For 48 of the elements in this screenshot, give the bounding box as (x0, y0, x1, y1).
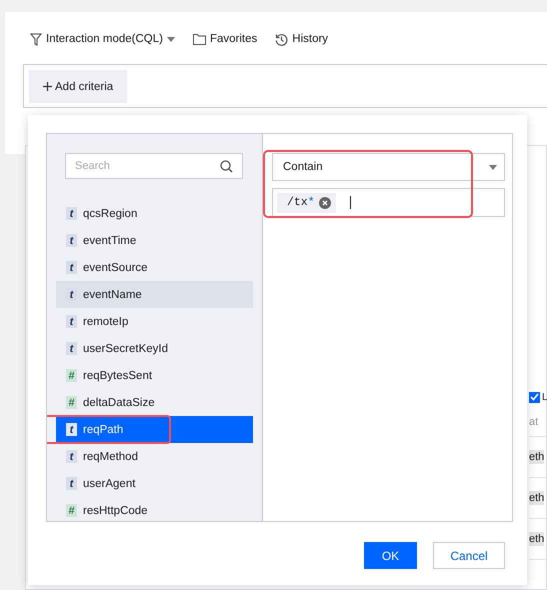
add-criteria-button[interactable]: Add criteria (29, 70, 128, 103)
caret-icon (166, 36, 175, 42)
table-cell: eth (529, 450, 544, 464)
field-item[interactable]: t reqPath (56, 416, 253, 443)
text-cursor (350, 196, 351, 209)
table-cell: eth (529, 532, 544, 546)
field-item[interactable]: # reqBytesSent (56, 362, 253, 389)
field-item[interactable]: t eventName (56, 281, 253, 308)
field-item[interactable]: # resHttpCode (56, 497, 253, 521)
folder-icon (192, 34, 206, 44)
type-badge: t (66, 450, 77, 463)
checkbox[interactable] (529, 392, 540, 402)
field-item[interactable]: t qcsRegion (56, 200, 253, 227)
type-badge: t (66, 477, 77, 490)
favorites-button[interactable]: Favorites (192, 33, 258, 45)
type-badge: t (66, 315, 77, 328)
mode-dropdown[interactable]: Interaction mode(CQL) (30, 32, 175, 46)
type-badge: # (66, 396, 77, 409)
field-item[interactable]: t userAgent (56, 470, 253, 497)
cancel-button[interactable]: Cancel (433, 542, 505, 569)
field-item[interactable]: t eventSource (56, 254, 253, 281)
type-badge: t (66, 261, 77, 274)
history-button[interactable]: History (275, 32, 328, 46)
value-tag: /tx* (277, 192, 336, 212)
table-cell: eth (529, 491, 544, 505)
checkbox-label: L (542, 392, 547, 402)
type-badge: # (66, 504, 77, 517)
type-badge: t (66, 234, 77, 247)
history-icon (275, 32, 288, 46)
field-item[interactable]: t eventTime (56, 227, 253, 254)
field-item[interactable]: t reqMethod (56, 443, 253, 470)
field-item[interactable]: t userSecretKeyId (56, 335, 253, 362)
type-badge: t (66, 342, 77, 355)
filter-icon (30, 32, 42, 46)
type-badge: # (66, 369, 77, 382)
search-field[interactable]: Search (65, 153, 243, 179)
plus-icon (43, 82, 52, 91)
operator-select[interactable]: Contain (272, 153, 505, 181)
column-header: at (529, 416, 538, 428)
search-icon (220, 160, 233, 173)
type-badge: t (66, 207, 77, 220)
type-badge: t (66, 423, 77, 436)
field-item[interactable]: # deltaDataSize (56, 389, 253, 416)
caret-icon (489, 164, 497, 170)
field-item[interactable]: t remoteIp (56, 308, 253, 335)
remove-icon[interactable] (318, 196, 331, 208)
type-badge: t (66, 288, 77, 301)
ok-button[interactable]: OK (364, 542, 417, 569)
